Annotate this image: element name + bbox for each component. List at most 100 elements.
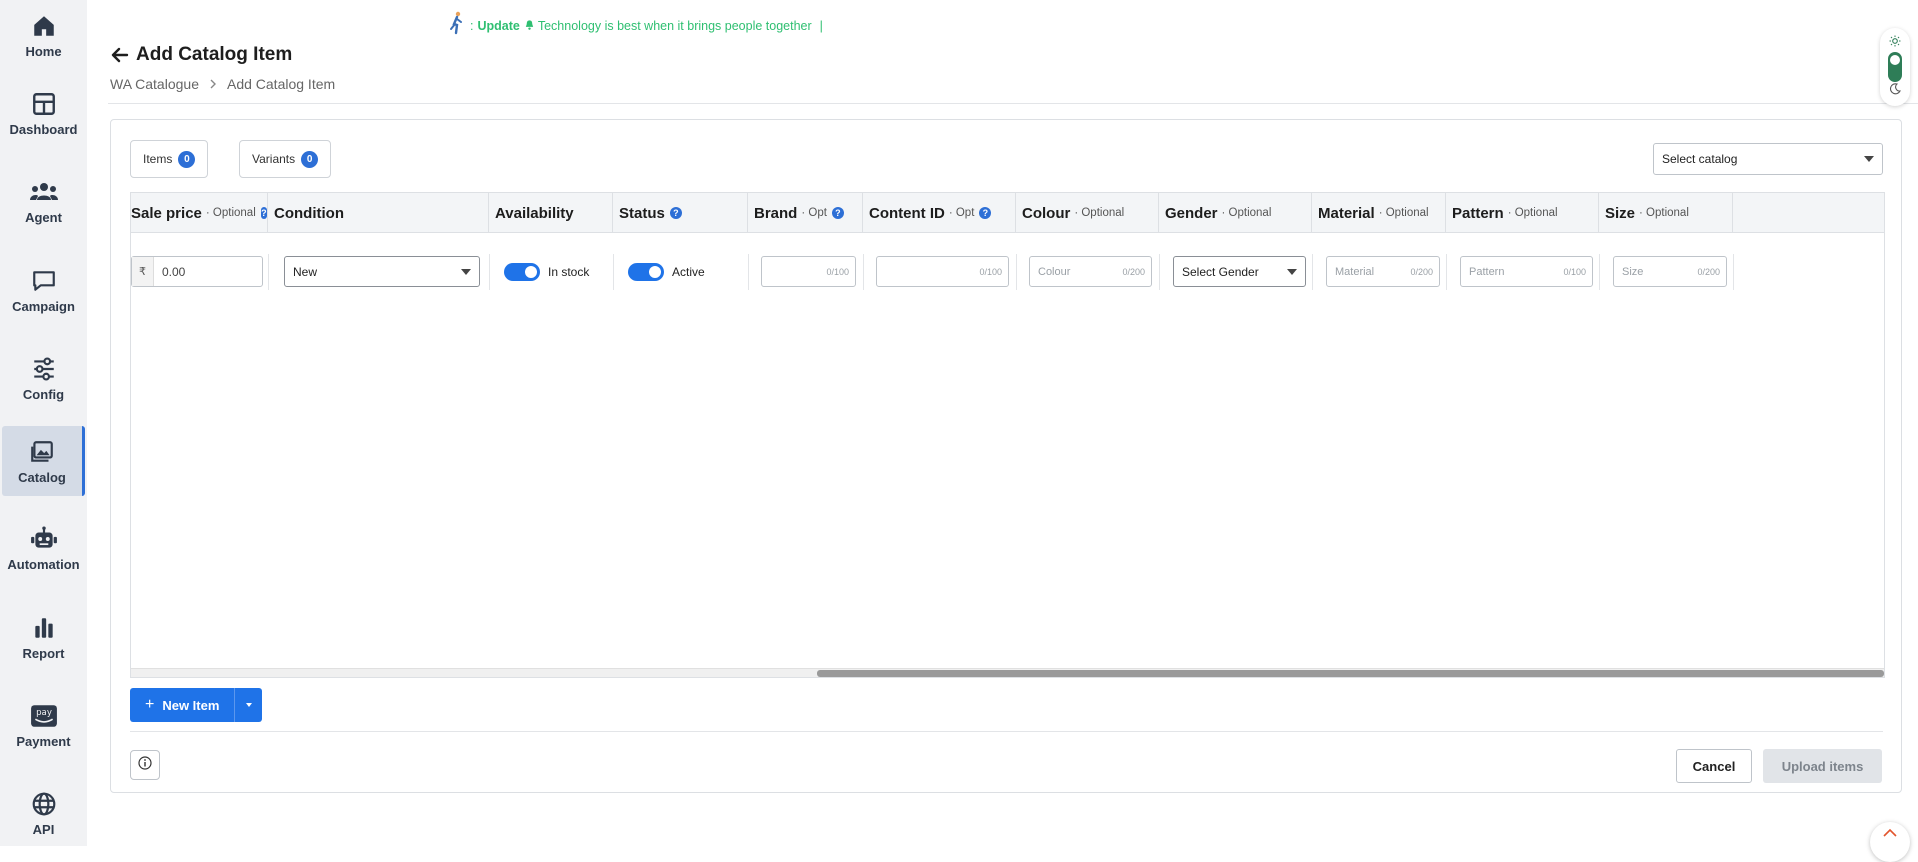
help-icon[interactable]: ? [979,207,992,219]
column-title: Availability [495,204,574,222]
column-suffix: · Optional [1074,207,1125,219]
scrollbar-thumb[interactable] [817,670,1884,677]
column-suffix: · Optional [1507,207,1558,219]
upload-items-button[interactable]: Upload items [1763,749,1882,783]
footer-divider [130,731,1883,732]
help-icon[interactable]: ? [669,207,682,219]
new-item-options-button[interactable] [234,688,263,722]
chevron-down-icon [1864,156,1874,162]
home-outline-icon [1882,828,1898,847]
back-arrow-icon[interactable] [110,45,130,65]
column-suffix: · Optional [205,207,256,219]
content-id-input[interactable]: 0/100 [876,256,1009,287]
cell-divider [489,254,490,290]
condition-cell: New [284,256,480,287]
column-status: Status ? [613,193,748,233]
variants-tab[interactable]: Variants 0 [239,140,332,178]
sidebar-item-automation[interactable]: Automation [0,513,87,583]
column-content-id: Content ID · Opt ? [863,193,1016,233]
campaign-icon [30,267,58,295]
currency-symbol: ₹ [132,257,154,286]
gender-cell: Select Gender [1173,256,1306,287]
sidebar-item-dashboard[interactable]: Dashboard [0,78,87,148]
column-condition: Condition [268,193,489,233]
availability-toggle[interactable] [504,262,540,281]
condition-select[interactable]: New [284,256,480,287]
theme-toggle[interactable] [1880,28,1910,106]
column-title: Pattern [1452,204,1504,222]
status-toggle[interactable] [628,262,664,281]
svg-text:pay: pay [36,707,52,717]
column-suffix: · Opt [801,207,827,219]
cancel-button[interactable]: Cancel [1676,749,1752,783]
announcement-keyword: Update [477,19,520,33]
new-item-button[interactable]: + New Item [130,688,235,722]
pattern-input[interactable]: Pattern 0/100 [1460,256,1593,287]
column-title: Status [619,204,665,222]
size-input[interactable]: Size 0/200 [1613,256,1727,287]
cell-divider [1599,254,1600,290]
sidebar-item-payment[interactable]: pay Payment [0,690,87,760]
brand-input[interactable]: 0/100 [761,256,856,287]
breadcrumb-item-wa-catalogue[interactable]: WA Catalogue [110,76,199,92]
sidebar-item-api[interactable]: API [0,778,87,848]
pattern-char-count: 0/100 [1563,266,1586,277]
sidebar-item-agent[interactable]: Agent [0,166,87,236]
breadcrumb: WA Catalogue Add Catalog Item [110,76,335,92]
column-availability: Availability [489,193,613,233]
colour-input[interactable]: Colour 0/200 [1029,256,1152,287]
gender-select[interactable]: Select Gender [1173,256,1306,287]
info-button[interactable] [130,750,160,780]
help-icon[interactable]: ? [260,207,267,219]
sale-price-input[interactable]: ₹ 0.00 [131,256,263,287]
select-catalog-value: Select catalog [1662,152,1738,166]
table-row: ₹ 0.00 [131,256,263,287]
cell-divider [863,254,864,290]
sidebar-item-label: Campaign [12,298,75,314]
sidebar-item-label: Dashboard [9,121,78,137]
sidebar-item-label: Home [25,43,62,59]
material-input[interactable]: Material 0/200 [1326,256,1440,287]
agent-icon [29,178,58,206]
items-tab[interactable]: Items 0 [130,140,209,178]
sidebar-item-report[interactable]: Report [0,602,87,672]
sidebar-item-label: Catalog [18,469,66,485]
page-header: Add Catalog Item [110,44,292,66]
column-suffix: · Optional [1378,207,1429,219]
pattern-cell: Pattern 0/100 [1460,256,1593,287]
column-brand: Brand · Opt ? [748,193,863,233]
column-size: Size · Optional [1599,193,1733,233]
automation-icon [30,525,58,553]
availability-label: In stock [548,264,590,279]
theme-switch-track[interactable] [1888,52,1902,82]
column-sale-price: Sale price · Optional ? [131,193,268,233]
sidebar-item-label: Automation [7,556,80,572]
chevron-down-icon [1287,268,1297,275]
column-suffix: · Optional [1639,207,1689,219]
brand-cell: 0/100 [761,256,856,287]
column-title: Content ID [869,204,945,222]
sidebar-item-label: Agent [25,209,62,225]
sidebar-item-home[interactable]: Home [0,0,87,70]
availability-cell: In stock [504,256,589,287]
status-cell: Active [628,256,705,287]
cell-divider [1312,254,1313,290]
breadcrumb-item-current: Add Catalog Item [226,76,336,92]
size-char-count: 0/200 [1697,266,1720,277]
select-catalog-dropdown[interactable]: Select catalog [1653,143,1883,175]
variants-label: Variants [252,152,296,166]
announcement-prefix: : [470,19,474,33]
sidebar-item-config[interactable]: Config [0,343,87,413]
announcement-message: Technology is best when it brings people… [537,19,812,33]
horizontal-scrollbar[interactable] [131,668,1884,677]
sidebar-item-label: Payment [16,733,71,749]
size-placeholder: Size [1622,265,1644,278]
sidebar-item-catalog[interactable]: Catalog [2,426,85,496]
sidebar-item-label: API [32,821,55,837]
floating-home-button[interactable] [1870,822,1910,862]
column-title: Material [1318,204,1375,222]
sidebar-item-campaign[interactable]: Campaign [0,255,87,325]
announcement-banner: : Update Technology is best when it brin… [448,11,823,40]
help-icon[interactable]: ? [831,207,844,219]
column-title: Brand [754,204,798,222]
